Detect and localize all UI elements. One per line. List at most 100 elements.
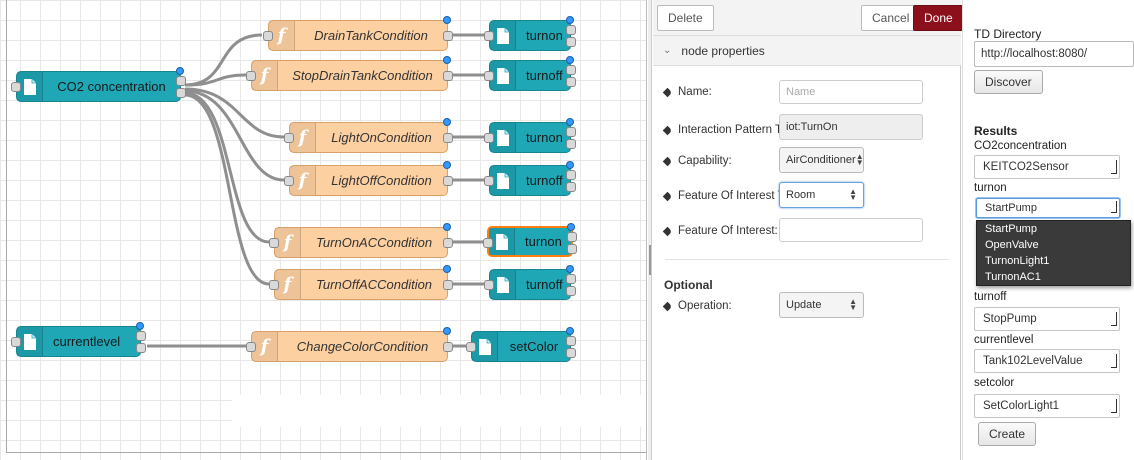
dropdown-option[interactable]: StartPump — [977, 221, 1130, 237]
input-port[interactable] — [263, 31, 273, 41]
drain-tank-condition-node[interactable]: f DrainTankCondition — [263, 16, 453, 51]
output-port[interactable] — [566, 286, 576, 296]
turnon-select[interactable]: StartPump — [976, 198, 1120, 218]
output-port[interactable] — [443, 238, 453, 248]
chevron-down-icon[interactable]: ⌄ — [663, 45, 671, 56]
output-port[interactable] — [136, 331, 146, 341]
output-port[interactable] — [567, 244, 577, 254]
input-port[interactable] — [484, 280, 494, 290]
status-indicator — [567, 223, 575, 231]
input-port[interactable] — [484, 176, 494, 186]
turnoff-select[interactable]: StopPump — [974, 307, 1120, 331]
input-port[interactable] — [269, 238, 279, 248]
input-port[interactable] — [484, 133, 494, 143]
status-indicator — [566, 161, 574, 169]
discover-button[interactable]: Discover — [974, 70, 1043, 94]
dropdown-option[interactable]: OpenValve — [977, 237, 1130, 253]
name-field[interactable]: Name — [779, 80, 923, 104]
output-port[interactable] — [566, 127, 576, 137]
input-port[interactable] — [246, 342, 256, 352]
status-indicator — [566, 16, 574, 24]
done-button[interactable]: Done — [913, 5, 964, 31]
select-caret-icon — [1111, 201, 1117, 213]
status-indicator — [443, 118, 451, 126]
output-port[interactable] — [566, 182, 576, 192]
flow-canvas[interactable]: CO2 concentration currentlevel f DrainTa… — [0, 0, 647, 460]
node-label: turnon — [526, 130, 563, 145]
input-port[interactable] — [483, 238, 493, 248]
splitter-grip-icon[interactable] — [649, 245, 651, 275]
capability-select[interactable]: AirConditioner ▲ ▼ — [779, 147, 864, 173]
turn-off-ac-condition-node[interactable]: f TurnOffACCondition — [269, 265, 453, 300]
operation-select[interactable]: Update ▲ ▼ — [779, 292, 864, 318]
output-port[interactable] — [566, 336, 576, 346]
td-url-value: http://localhost:8080/ — [981, 48, 1088, 60]
output-port[interactable] — [566, 170, 576, 180]
setcolor-select[interactable]: SetColorLight1 — [974, 394, 1120, 418]
td-directory-panel: TD Directory http://localhost:8080/ Disc… — [962, 0, 1134, 460]
node-label: turnoff — [526, 173, 563, 188]
output-port[interactable] — [566, 274, 576, 284]
output-port[interactable] — [443, 280, 453, 290]
foi-field[interactable] — [779, 218, 923, 242]
currentlevel-select[interactable]: Tank102LevelValue — [974, 349, 1120, 373]
output-port[interactable] — [443, 133, 453, 143]
turnon-output-node-selected[interactable]: turnon — [483, 223, 577, 257]
node-label: TurnOnACCondition — [315, 235, 433, 250]
stop-drain-tank-condition-node[interactable]: f StopDrainTankCondition — [246, 56, 453, 91]
output-port[interactable] — [566, 139, 576, 149]
output-port[interactable] — [443, 176, 453, 186]
turn-on-ac-condition-node[interactable]: f TurnOnACCondition — [269, 223, 453, 258]
input-port[interactable] — [284, 133, 294, 143]
output-port[interactable] — [443, 31, 453, 41]
dropdown-option[interactable]: TurnonLight1 — [977, 253, 1130, 269]
input-port[interactable] — [246, 71, 256, 81]
output-port[interactable] — [443, 71, 453, 81]
td-url-input[interactable]: http://localhost:8080/ — [974, 41, 1134, 67]
name-placeholder: Name — [786, 86, 816, 98]
turnoff-output-node[interactable]: turnoff — [484, 265, 576, 300]
output-port[interactable] — [136, 343, 146, 353]
output-port[interactable] — [566, 37, 576, 47]
dropdown-option[interactable]: TurnonAC1 — [977, 269, 1130, 285]
turnoff-output-node[interactable]: turnoff — [484, 56, 576, 91]
output-port[interactable] — [566, 25, 576, 35]
output-port[interactable] — [566, 77, 576, 87]
currentlevel-label: currentlevel — [974, 334, 1034, 346]
node-properties-section-header[interactable]: ⌄ node properties — [653, 36, 961, 66]
cancel-button[interactable]: Cancel — [861, 5, 921, 31]
input-port[interactable] — [484, 31, 494, 41]
input-port[interactable] — [466, 342, 476, 352]
currentlevel-node[interactable]: currentlevel — [11, 322, 146, 357]
currentlevel-value: Tank102LevelValue — [983, 355, 1083, 367]
change-color-condition-node[interactable]: f ChangeColorCondition — [246, 327, 453, 362]
light-off-condition-node[interactable]: f LightOffCondition — [284, 161, 453, 196]
node-label: ChangeColorCondition — [296, 339, 429, 354]
turnon-output-node[interactable]: turnon — [484, 118, 576, 153]
output-port[interactable] — [176, 76, 186, 86]
node-label: turnoff — [526, 68, 563, 83]
delete-button[interactable]: Delete — [657, 5, 714, 31]
co2-select[interactable]: KEITCO2Sensor — [974, 155, 1120, 179]
panel-splitter[interactable] — [648, 0, 652, 460]
turnoff-output-node[interactable]: turnoff — [484, 161, 576, 196]
setcolor-output-node[interactable]: setColor — [466, 327, 576, 362]
select-caret-icon — [1111, 312, 1117, 326]
output-port[interactable] — [567, 232, 577, 242]
input-port[interactable] — [11, 337, 21, 347]
create-button[interactable]: Create — [978, 422, 1037, 446]
status-indicator — [566, 265, 574, 273]
input-port[interactable] — [269, 280, 279, 290]
co2-concentration-node[interactable]: CO2 concentration — [11, 67, 186, 102]
output-port[interactable] — [566, 348, 576, 358]
output-port[interactable] — [443, 342, 453, 352]
light-on-condition-node[interactable]: f LightOnCondition — [284, 118, 453, 153]
input-port[interactable] — [284, 176, 294, 186]
foi-type-select[interactable]: Room ▲ ▼ — [779, 182, 864, 208]
node-label: turnoff — [526, 277, 563, 292]
input-port[interactable] — [11, 82, 21, 92]
output-port[interactable] — [566, 65, 576, 75]
input-port[interactable] — [484, 71, 494, 81]
output-port[interactable] — [176, 88, 186, 98]
turnon-output-node[interactable]: turnon — [484, 16, 576, 51]
